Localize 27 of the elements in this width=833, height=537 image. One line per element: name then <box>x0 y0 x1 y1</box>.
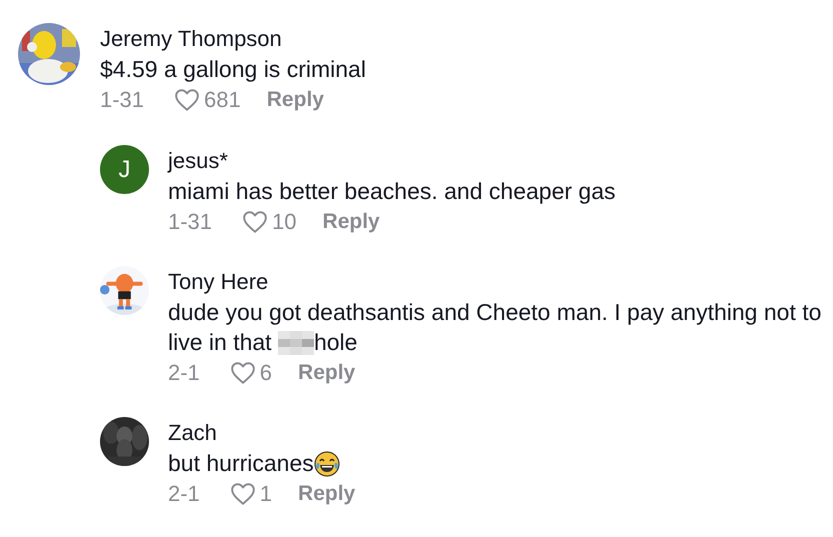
like-button[interactable]: 681 <box>174 83 241 116</box>
like-button[interactable]: 10 <box>242 205 297 238</box>
reply-button[interactable]: Reply <box>266 84 324 116</box>
heart-icon <box>174 88 200 112</box>
pixelated-censor-icon <box>278 331 314 355</box>
author-name[interactable]: Zach <box>168 417 833 448</box>
author-name[interactable]: Jeremy Thompson <box>100 23 765 54</box>
heart-icon <box>242 210 268 234</box>
avatar-initial[interactable]: J <box>100 145 149 194</box>
comment-text: dude you got deathsantis and Cheeto man. I pay anything not to live in that hole <box>168 298 822 357</box>
reply-button[interactable]: Reply <box>322 206 380 238</box>
heart-icon <box>230 482 256 506</box>
comment-text: miami has better beaches. and cheaper gas <box>168 177 616 206</box>
comment-date: 2-1 <box>168 359 200 387</box>
comment-text: but hurricanes <box>168 448 833 478</box>
reply-button[interactable]: Reply <box>298 478 356 510</box>
laughing-emoji-icon <box>314 451 340 477</box>
author-name[interactable]: Tony Here <box>168 266 833 297</box>
like-button[interactable]: 1 <box>230 477 272 510</box>
comment-date: 2-1 <box>168 480 200 508</box>
comment-text: $4.59 a gallong is criminal <box>100 55 367 84</box>
comment-date: 1-31 <box>100 86 144 114</box>
reply-button[interactable]: Reply <box>298 356 356 388</box>
heart-icon <box>230 360 256 384</box>
comment-date: 1-31 <box>168 208 212 236</box>
like-button[interactable]: 6 <box>230 356 272 389</box>
author-name[interactable]: jesus* <box>168 145 833 176</box>
